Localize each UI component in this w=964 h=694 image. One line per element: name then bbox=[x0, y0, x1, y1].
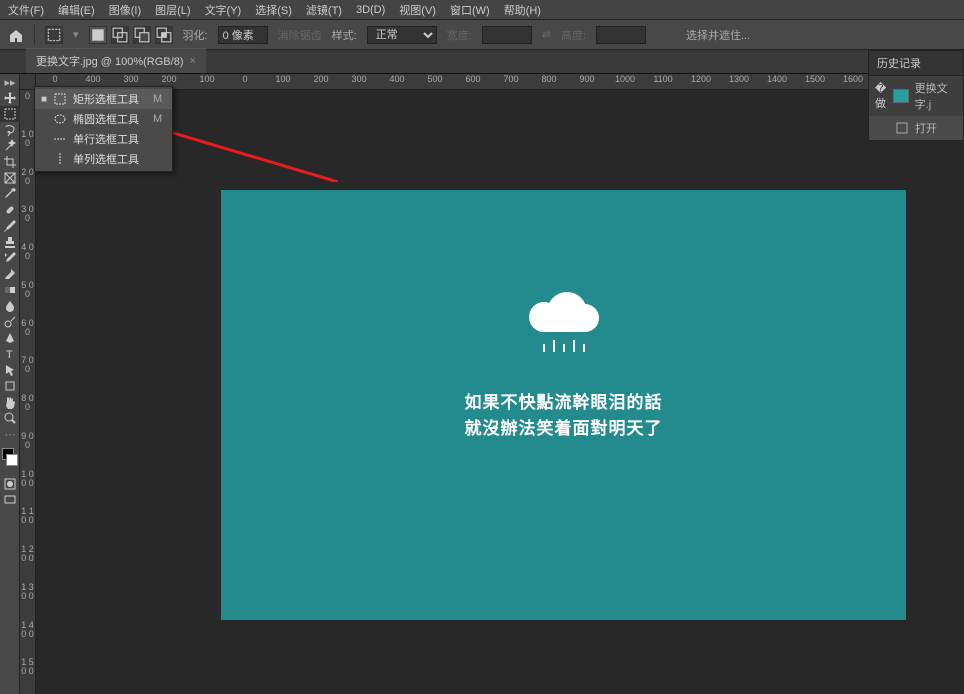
zoom-tool[interactable] bbox=[0, 410, 20, 426]
path-select-tool[interactable] bbox=[0, 362, 20, 378]
tools-panel: ▸▸ T ⋯ bbox=[0, 74, 20, 694]
open-step-icon bbox=[895, 121, 909, 135]
history-doc-name: 更换文字.j bbox=[915, 80, 957, 112]
history-brush-icon: �做 bbox=[875, 89, 887, 103]
height-label: 高度: bbox=[561, 27, 586, 43]
menu-3d[interactable]: 3D(D) bbox=[356, 4, 385, 16]
background-swatch[interactable] bbox=[6, 454, 18, 466]
ruler-horizontal[interactable]: 0400300200100010020030040050060070080090… bbox=[36, 74, 964, 90]
flyout-rect-marquee[interactable]: ■ 矩形选框工具M bbox=[35, 89, 172, 109]
marquee-flyout: ■ 矩形选框工具M 椭圆选框工具M 单行选框工具 单列选框工具 bbox=[34, 86, 173, 172]
shape-tool[interactable] bbox=[0, 378, 20, 394]
width-label: 宽度: bbox=[447, 27, 472, 43]
type-tool[interactable]: T bbox=[0, 346, 20, 362]
crop-tool[interactable] bbox=[0, 154, 20, 170]
blur-tool[interactable] bbox=[0, 298, 20, 314]
tab-title: 更换文字.jpg @ 100%(RGB/8) bbox=[36, 53, 184, 69]
menu-view[interactable]: 视图(V) bbox=[399, 2, 436, 18]
ruler-vertical[interactable]: 01 0 02 0 03 0 04 0 05 0 06 0 07 0 08 0 … bbox=[20, 90, 36, 694]
options-bar: ▾ 羽化: 消除锯齿 样式: 正常 宽度: ⇄ 高度: 选择并遮住... bbox=[0, 20, 964, 50]
swap-wh-icon: ⇄ bbox=[542, 28, 551, 41]
history-panel: 历史记录 �做 更换文字.j 打开 bbox=[868, 50, 964, 141]
selection-subtract-icon[interactable] bbox=[133, 26, 151, 44]
screen-mode-icon[interactable] bbox=[0, 492, 20, 508]
menu-image[interactable]: 图像(I) bbox=[109, 2, 141, 18]
expand-tools-icon[interactable]: ▸▸ bbox=[0, 74, 20, 90]
selection-intersect-icon[interactable] bbox=[155, 26, 173, 44]
feather-input[interactable] bbox=[218, 26, 268, 44]
tool-preset-icon[interactable] bbox=[45, 26, 63, 44]
history-brush-tool[interactable] bbox=[0, 250, 20, 266]
selection-add-icon[interactable] bbox=[111, 26, 129, 44]
menu-layer[interactable]: 图层(L) bbox=[155, 2, 190, 18]
menu-select[interactable]: 选择(S) bbox=[255, 2, 292, 18]
cloud-graphic bbox=[529, 290, 599, 352]
menu-file[interactable]: 文件(F) bbox=[8, 2, 44, 18]
menu-filter[interactable]: 滤镜(T) bbox=[306, 2, 342, 18]
rain-icon bbox=[529, 340, 599, 352]
history-step-row[interactable]: 打开 bbox=[869, 116, 963, 140]
brush-tool[interactable] bbox=[0, 218, 20, 234]
canvas-text: 如果不快點流幹眼泪的話 就沒辦法笑着面對明天了 bbox=[221, 390, 906, 442]
menu-window[interactable]: 窗口(W) bbox=[450, 2, 490, 18]
eyedropper-tool[interactable] bbox=[0, 186, 20, 202]
home-icon[interactable] bbox=[8, 28, 24, 42]
history-snapshot-row[interactable]: �做 更换文字.j bbox=[869, 76, 963, 116]
flyout-ellipse-marquee[interactable]: 椭圆选框工具M bbox=[35, 109, 172, 129]
width-input bbox=[482, 26, 532, 44]
eraser-tool[interactable] bbox=[0, 266, 20, 282]
refine-edge-button[interactable]: 选择并遮住... bbox=[686, 27, 750, 43]
history-step-label: 打开 bbox=[915, 120, 937, 136]
height-input bbox=[596, 26, 646, 44]
canvas-document[interactable]: 如果不快點流幹眼泪的話 就沒辦法笑着面對明天了 bbox=[221, 190, 906, 620]
history-thumb bbox=[893, 89, 909, 103]
document-tab[interactable]: 更换文字.jpg @ 100%(RGB/8) × bbox=[26, 48, 206, 73]
document-tabs: 更换文字.jpg @ 100%(RGB/8) × bbox=[0, 50, 964, 74]
hand-tool[interactable] bbox=[0, 394, 20, 410]
flyout-col-marquee[interactable]: 单列选框工具 bbox=[35, 149, 172, 169]
style-label: 样式: bbox=[332, 27, 357, 43]
menubar: 文件(F) 编辑(E) 图像(I) 图层(L) 文字(Y) 选择(S) 滤镜(T… bbox=[0, 0, 964, 20]
menu-help[interactable]: 帮助(H) bbox=[504, 2, 541, 18]
heal-tool[interactable] bbox=[0, 202, 20, 218]
menu-type[interactable]: 文字(Y) bbox=[205, 2, 242, 18]
quickmask-icon[interactable] bbox=[0, 476, 20, 492]
lasso-tool[interactable] bbox=[0, 122, 20, 138]
feather-label: 羽化: bbox=[183, 27, 208, 43]
svg-text:T: T bbox=[6, 349, 13, 361]
frame-tool[interactable] bbox=[0, 170, 20, 186]
dodge-tool[interactable] bbox=[0, 314, 20, 330]
gradient-tool[interactable] bbox=[0, 282, 20, 298]
style-select[interactable]: 正常 bbox=[367, 26, 437, 44]
stamp-tool[interactable] bbox=[0, 234, 20, 250]
history-tab[interactable]: 历史记录 bbox=[869, 51, 963, 76]
flyout-row-marquee[interactable]: 单行选框工具 bbox=[35, 129, 172, 149]
pen-tool[interactable] bbox=[0, 330, 20, 346]
move-tool[interactable] bbox=[0, 90, 20, 106]
marquee-tool[interactable] bbox=[0, 106, 20, 122]
selection-new-icon[interactable] bbox=[89, 26, 107, 44]
selection-mode-group bbox=[89, 26, 173, 44]
menu-edit[interactable]: 编辑(E) bbox=[58, 2, 95, 18]
tab-close-icon[interactable]: × bbox=[190, 55, 196, 67]
edit-toolbar-icon[interactable]: ⋯ bbox=[0, 426, 20, 442]
antialias-label: 消除锯齿 bbox=[278, 27, 322, 43]
magic-wand-tool[interactable] bbox=[0, 138, 20, 154]
